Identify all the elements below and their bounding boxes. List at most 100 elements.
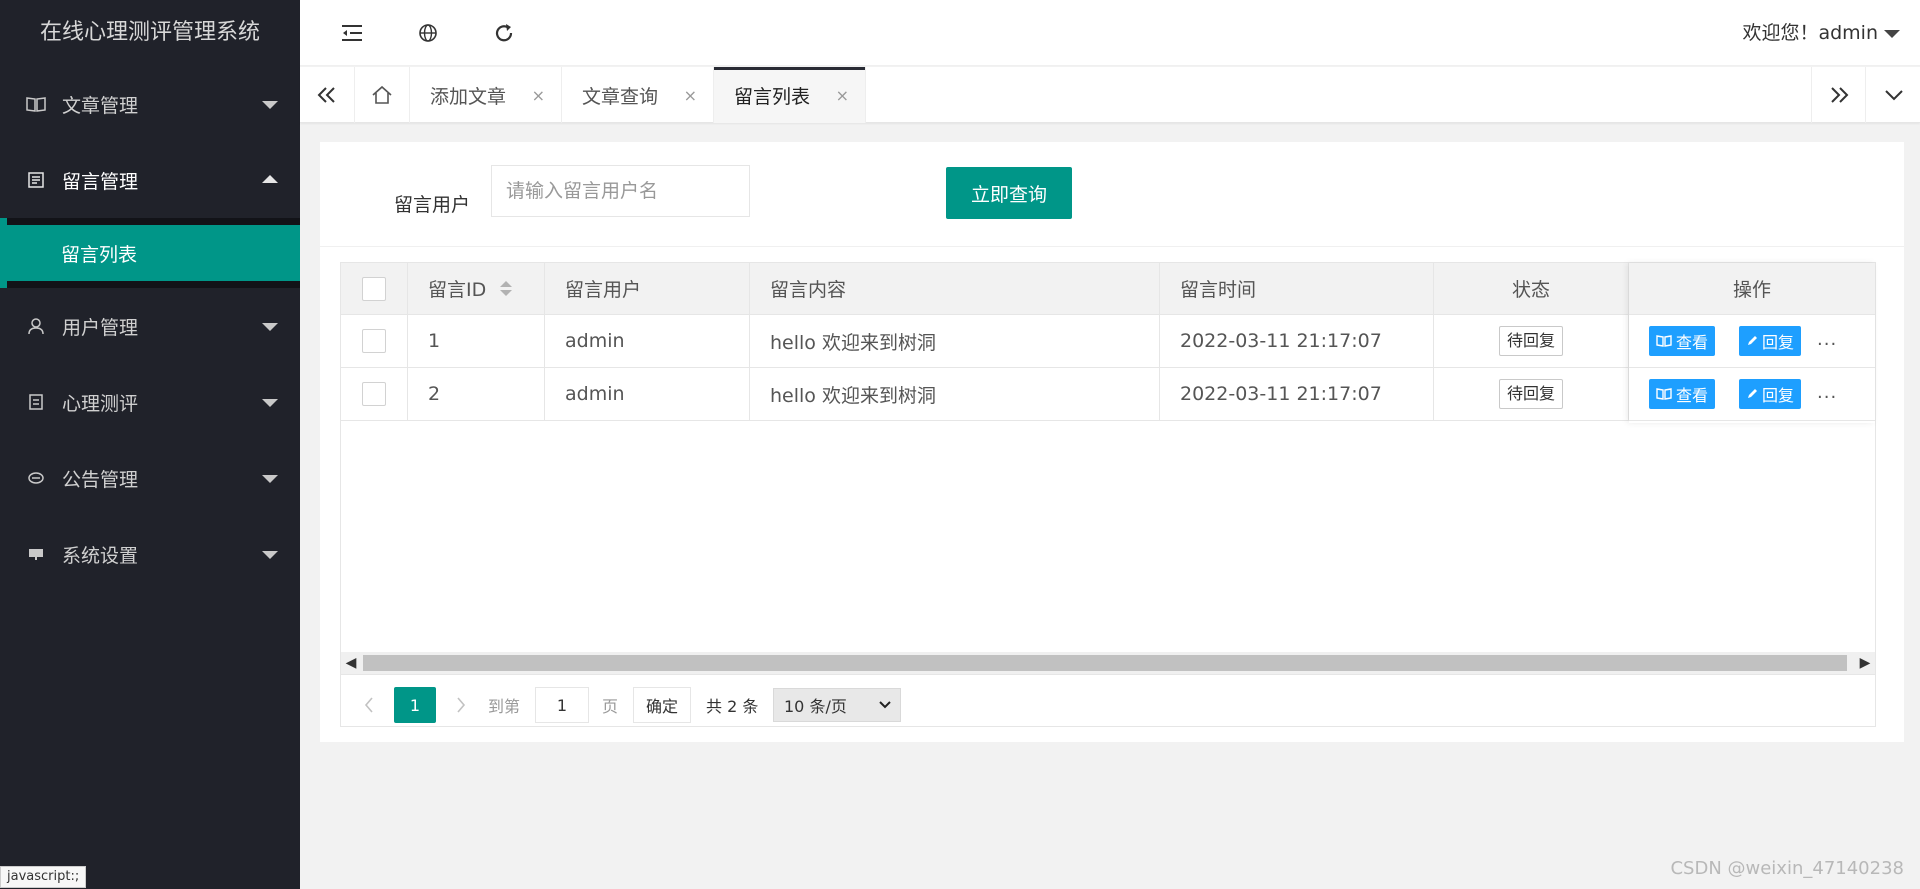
fixed-actions-shadow bbox=[1629, 263, 1875, 423]
user-icon bbox=[26, 316, 46, 336]
status-badge: 待回复 bbox=[1498, 326, 1563, 356]
goto-confirm-wrap: 确定 bbox=[633, 687, 692, 723]
goto-page-input[interactable] bbox=[535, 687, 589, 723]
sidebar-item-label: 留言管理 bbox=[62, 170, 139, 193]
chevron-down-icon bbox=[262, 551, 278, 559]
browser-status-bar: javascript:; bbox=[0, 866, 87, 888]
cell-status: 待回复 bbox=[1434, 368, 1629, 420]
refresh-icon[interactable] bbox=[489, 18, 519, 48]
horizontal-scrollbar[interactable]: ◀ ▶ bbox=[341, 652, 1875, 674]
chevron-down-icon bbox=[262, 323, 278, 331]
tab-add-article[interactable]: 添加文章 × bbox=[410, 67, 562, 123]
header-checkbox-cell bbox=[341, 263, 408, 314]
sidebar-item-announcements[interactable]: 公告管理 bbox=[0, 440, 300, 516]
sidebar-item-label: 公告管理 bbox=[62, 468, 139, 491]
settings-icon bbox=[26, 544, 46, 564]
select-all-checkbox[interactable] bbox=[362, 276, 386, 301]
tab-article-query[interactable]: 文章查询 × bbox=[562, 67, 714, 123]
scrollbar-thumb[interactable] bbox=[363, 655, 1847, 671]
tab-message-list[interactable]: 留言列表 × bbox=[714, 67, 866, 123]
total-count: 共 2 条 bbox=[706, 697, 759, 716]
sort-icon[interactable] bbox=[500, 281, 513, 296]
column-header-content: 留言内容 bbox=[750, 263, 1160, 314]
goto-confirm-button[interactable]: 确定 bbox=[633, 687, 692, 723]
scroll-left-arrow-icon[interactable]: ◀ bbox=[341, 652, 361, 674]
user-menu[interactable]: 欢迎您！admin bbox=[1742, 0, 1878, 66]
app-logo-title: 在线心理测评管理系统 bbox=[39, 20, 260, 45]
caret-down-icon[interactable] bbox=[1884, 30, 1900, 38]
sidebar-item-messages[interactable]: 留言管理 bbox=[0, 142, 300, 218]
message-icon bbox=[26, 170, 46, 190]
tab-label: 文章查询 bbox=[582, 85, 659, 108]
tab-label: 添加文章 bbox=[430, 85, 507, 108]
scroll-tabs-left-button[interactable] bbox=[300, 67, 355, 123]
scroll-right-arrow-icon[interactable]: ▶ bbox=[1855, 652, 1875, 674]
page-size-value: 10 条/页 bbox=[784, 697, 847, 716]
active-indicator bbox=[0, 218, 7, 288]
row-checkbox[interactable] bbox=[362, 382, 386, 406]
close-icon[interactable]: × bbox=[836, 86, 849, 105]
pagination: 1 到第 页 确定 共 2 条 10 条/页 bbox=[341, 674, 1875, 726]
sidebar-item-articles[interactable]: 文章管理 bbox=[0, 66, 300, 142]
goto-suffix: 页 bbox=[602, 697, 619, 716]
chevron-up-icon bbox=[262, 175, 278, 183]
tab-options-dropdown[interactable] bbox=[1866, 67, 1920, 123]
goto-input-wrap bbox=[535, 687, 589, 723]
row-checkbox-cell bbox=[341, 368, 408, 420]
chevron-down-icon bbox=[262, 399, 278, 407]
search-user-label: 留言用户 bbox=[394, 194, 471, 216]
cell-status: 待回复 bbox=[1434, 315, 1629, 367]
close-icon[interactable]: × bbox=[532, 86, 545, 105]
prev-page-icon[interactable] bbox=[359, 687, 379, 723]
chevron-down-icon bbox=[262, 475, 278, 483]
cell-id: 2 bbox=[408, 368, 545, 420]
menu-fold-icon[interactable] bbox=[337, 18, 367, 48]
tab-bar: 添加文章 × 文章查询 × 留言列表 × bbox=[300, 67, 1920, 123]
message-table: 留言ID 留言用户 留言内容 留言时间 状态 操作 1 admin hello … bbox=[340, 262, 1876, 727]
column-header-time: 留言时间 bbox=[1160, 263, 1434, 314]
sidebar-item-label: 系统设置 bbox=[62, 544, 139, 567]
page-number-current[interactable]: 1 bbox=[394, 687, 436, 723]
cell-id: 1 bbox=[408, 315, 545, 367]
cell-time: 2022-03-11 21:17:07 bbox=[1160, 368, 1434, 420]
home-tab[interactable] bbox=[355, 67, 410, 123]
tab-label: 留言列表 bbox=[734, 85, 811, 108]
close-icon[interactable]: × bbox=[684, 86, 697, 105]
search-button[interactable]: 立即查询 bbox=[946, 167, 1072, 219]
scroll-tabs-right-button[interactable] bbox=[1811, 67, 1866, 123]
sidebar-item-users[interactable]: 用户管理 bbox=[0, 288, 300, 364]
status-badge: 待回复 bbox=[1498, 379, 1563, 409]
column-header-status: 状态 bbox=[1434, 263, 1629, 314]
watermark: CSDN @weixin_47140238 bbox=[1670, 858, 1904, 879]
sidebar-item-label: 用户管理 bbox=[62, 316, 139, 339]
cell-content: hello 欢迎来到树洞 bbox=[750, 368, 1160, 420]
divider bbox=[320, 246, 1904, 247]
announcement-icon bbox=[26, 468, 46, 488]
row-checkbox[interactable] bbox=[362, 329, 386, 353]
chevron-down-icon bbox=[262, 101, 278, 109]
cell-user: admin bbox=[545, 368, 750, 420]
goto-prefix: 到第 bbox=[488, 697, 521, 716]
cell-time: 2022-03-11 21:17:07 bbox=[1160, 315, 1434, 367]
sidebar-item-psych-test[interactable]: 心理测评 bbox=[0, 364, 300, 440]
top-header: 欢迎您！admin bbox=[300, 0, 1920, 66]
cell-content: hello 欢迎来到树洞 bbox=[750, 315, 1160, 367]
sidebar-submenu: 留言列表 bbox=[0, 218, 300, 288]
sidebar-item-label: 心理测评 bbox=[62, 392, 139, 415]
column-header-id[interactable]: 留言ID bbox=[408, 263, 545, 314]
row-checkbox-cell bbox=[341, 315, 408, 367]
page-size-wrap: 10 条/页 bbox=[773, 687, 901, 723]
sidebar-item-settings[interactable]: 系统设置 bbox=[0, 516, 300, 592]
sidebar-subitem-message-list[interactable]: 留言列表 bbox=[0, 225, 300, 281]
content-card: 留言用户 立即查询 留言ID 留言用户 留言内容 留言时间 状态 操作 1 ad… bbox=[320, 142, 1904, 742]
column-header-user: 留言用户 bbox=[545, 263, 750, 314]
column-label: 留言ID bbox=[428, 279, 487, 301]
sidebar: 在线心理测评管理系统 文章管理 留言管理 留言列表 用户管理 心理测评 公告管理… bbox=[0, 0, 300, 889]
globe-icon[interactable] bbox=[413, 18, 443, 48]
page-size-select[interactable]: 10 条/页 bbox=[773, 688, 901, 722]
sidebar-item-label: 文章管理 bbox=[62, 94, 139, 117]
book-icon bbox=[26, 94, 46, 114]
next-page-icon[interactable] bbox=[451, 687, 471, 723]
test-icon bbox=[26, 392, 46, 412]
search-user-input[interactable] bbox=[491, 165, 750, 217]
